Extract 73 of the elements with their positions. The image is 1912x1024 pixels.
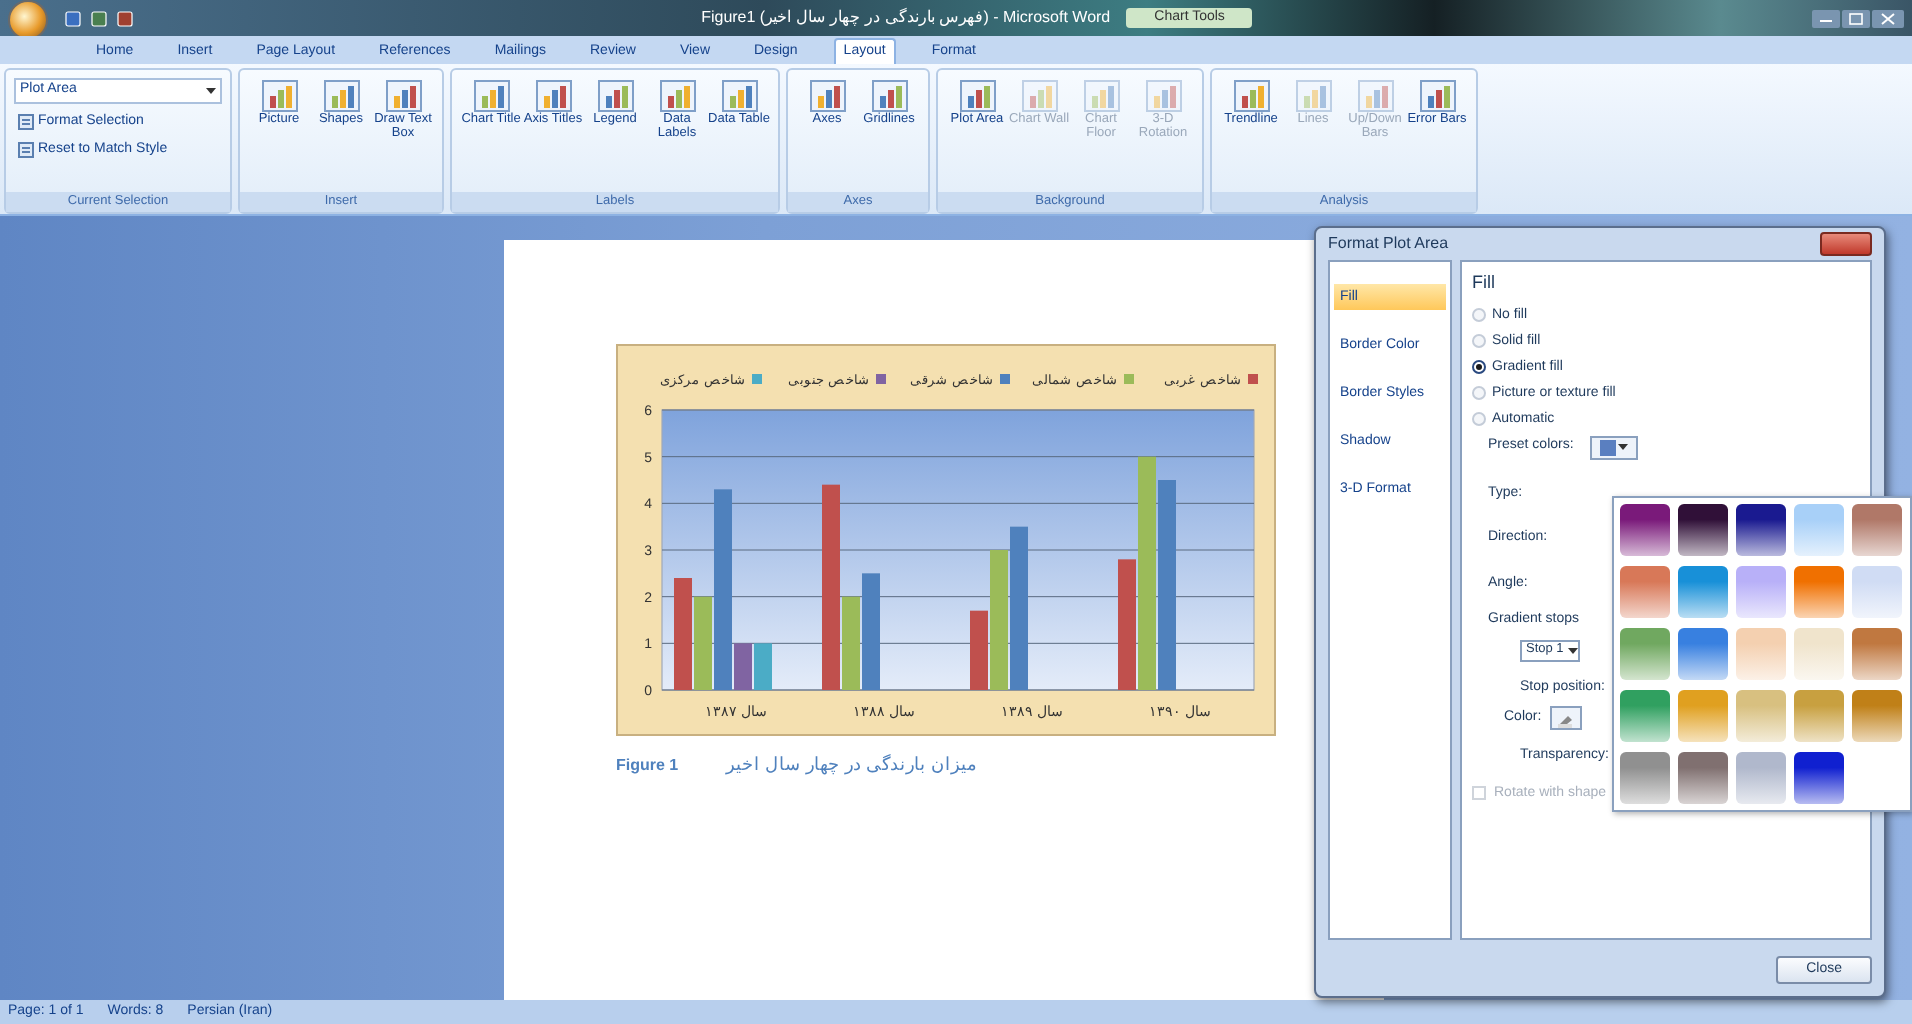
gradient-swatch[interactable] (1736, 566, 1786, 618)
caret-icon (206, 87, 216, 94)
caret-icon (1568, 647, 1578, 653)
gradient-swatch[interactable] (1794, 566, 1844, 618)
gradient-swatch[interactable] (1736, 628, 1786, 680)
chart-icon (385, 80, 421, 112)
chart-icon (1021, 80, 1057, 112)
bar[interactable] (674, 578, 692, 690)
preset-colors-button[interactable] (1589, 435, 1638, 459)
gradient-swatch[interactable] (1736, 504, 1786, 556)
gradient-swatch[interactable] (1794, 628, 1844, 680)
gradient-swatch[interactable] (1620, 628, 1670, 680)
bar[interactable] (842, 596, 860, 690)
bar[interactable] (1138, 456, 1156, 690)
gradient-swatch[interactable] (1620, 566, 1670, 618)
bar[interactable] (754, 643, 772, 690)
bar[interactable] (1158, 480, 1176, 690)
bar[interactable] (714, 489, 732, 690)
window-title: Figure1 (فهرس بارندگی در چهار سال اخیر) - Microsoft Word (701, 6, 1111, 30)
gradient-swatch[interactable] (1620, 504, 1670, 556)
bar[interactable] (822, 484, 840, 690)
section-title: Fill (1472, 270, 1497, 296)
gradient-swatch[interactable] (1736, 690, 1786, 742)
gradient-swatch[interactable] (1678, 690, 1728, 742)
chart-icon (323, 80, 359, 112)
chart-icon (473, 80, 509, 112)
chart-icon (809, 80, 845, 112)
gradient-swatch[interactable] (1678, 566, 1728, 618)
caret-icon (1617, 444, 1628, 450)
gradient-swatch[interactable] (1852, 504, 1902, 556)
chart-icon (959, 80, 995, 112)
gradient-swatch[interactable] (1852, 690, 1902, 742)
chart-icon (1083, 80, 1119, 112)
gradient-swatch[interactable] (1852, 566, 1902, 618)
office-button[interactable] (8, 0, 48, 39)
bar[interactable] (694, 596, 712, 690)
chart-icon (871, 80, 907, 112)
gradient-swatch[interactable] (1852, 628, 1902, 680)
bar[interactable] (990, 550, 1008, 690)
gradient-icon (1599, 439, 1616, 455)
bar[interactable] (1118, 559, 1136, 690)
bar[interactable] (970, 610, 988, 690)
gradient-swatch[interactable] (1794, 504, 1844, 556)
bar[interactable] (1010, 526, 1028, 690)
close-button[interactable] (1820, 232, 1872, 256)
chart-icon (1145, 80, 1181, 112)
window-controls[interactable] (1812, 7, 1904, 29)
dialog-title: Format Plot Area (1328, 232, 1449, 256)
chart-icon (1233, 80, 1269, 112)
caption-label: Figure 1 (616, 753, 679, 778)
chart-icon (261, 80, 297, 112)
chart-icon (1357, 80, 1393, 112)
gradient-swatch[interactable] (1620, 690, 1670, 742)
gradient-swatch[interactable] (1794, 690, 1844, 742)
gradient-swatch[interactable] (1794, 752, 1844, 804)
gradient-swatch[interactable] (1736, 752, 1786, 804)
radio-button[interactable] (1472, 359, 1486, 373)
chart-icon (659, 80, 695, 112)
color-button[interactable] (1549, 706, 1582, 730)
chart-icon (597, 80, 633, 112)
bar[interactable] (862, 573, 880, 690)
bar[interactable] (734, 643, 752, 690)
gradient-swatch[interactable] (1678, 628, 1728, 680)
format-icon (18, 142, 34, 159)
chart-icon (1419, 80, 1455, 112)
gradient-swatch[interactable] (1678, 504, 1728, 556)
gradient-swatch[interactable] (1678, 752, 1728, 804)
gradient-swatch[interactable] (1620, 752, 1670, 804)
chart-icon (1295, 80, 1331, 112)
caption-text: میزان بارندگی در چهار سال اخیر (726, 752, 978, 779)
chart-icon (721, 80, 757, 112)
chart-icon (535, 80, 571, 112)
format-icon (18, 113, 34, 130)
